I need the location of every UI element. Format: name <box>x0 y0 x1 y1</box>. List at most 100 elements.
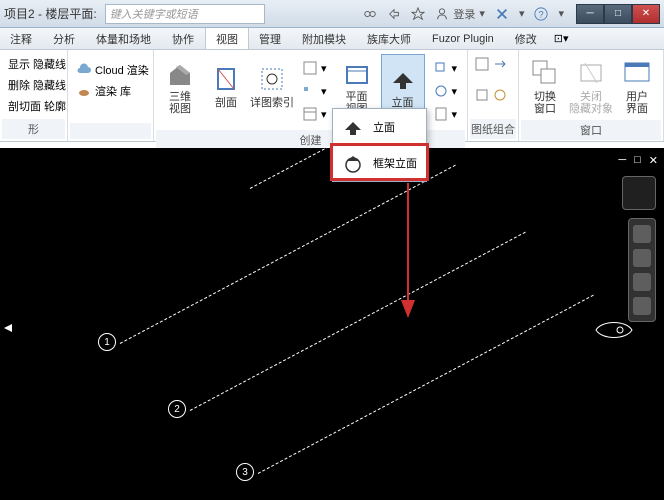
canvas-minimize-icon[interactable]: ─ <box>618 154 626 167</box>
group-label: 窗口 <box>521 120 661 140</box>
elevation-marker[interactable] <box>594 318 634 342</box>
cloud-icon <box>76 62 92 78</box>
canvas-controls: ─ □ ✕ <box>618 154 658 167</box>
minimize-button[interactable]: ─ <box>576 4 604 24</box>
dropdown-item-elevation[interactable]: 立面 <box>333 109 426 145</box>
small-btn-4[interactable]: ▾ <box>429 58 462 78</box>
grid-bubble-2[interactable]: 2 <box>168 400 186 418</box>
tab-massing[interactable]: 体量和场地 <box>86 28 162 49</box>
ribbon-group-sheet: 图纸组合 <box>468 50 519 141</box>
box-icon[interactable] <box>474 87 490 103</box>
nav-zoom-icon[interactable] <box>633 273 651 291</box>
switch-icon <box>529 57 561 89</box>
tab-view[interactable]: 视图 <box>205 28 249 49</box>
elevation-dropdown: 立面 框架立面 <box>332 108 427 182</box>
group-label <box>70 123 151 139</box>
small-btn-5[interactable]: ▾ <box>429 81 462 101</box>
threeD-view-button[interactable]: 三维 视图 <box>158 54 202 118</box>
chevron-down-icon: ▾ <box>479 7 485 20</box>
help-icon[interactable]: ? <box>534 7 548 21</box>
drawing-canvas[interactable]: ─ □ ✕ 1 2 3 <box>0 148 664 500</box>
dup-icon <box>433 60 449 76</box>
menubar: 注释 分析 体量和场地 协作 视图 管理 附加模块 族库大师 Fuzor Plu… <box>0 28 664 50</box>
ribbon-group-window: 切换 窗口 关闭 隐藏对象 用户 界面 窗口 <box>519 50 664 141</box>
canvas-maximize-icon[interactable]: □ <box>634 154 641 167</box>
tab-family[interactable]: 族库大师 <box>357 28 422 49</box>
gridline[interactable] <box>258 295 594 474</box>
star-icon[interactable] <box>411 7 425 21</box>
small-btn-1[interactable]: ▾ <box>298 58 331 78</box>
elevation-icon <box>387 63 419 95</box>
grid-bubble-1[interactable]: 1 <box>98 333 116 351</box>
dropdown-item-framing-elevation[interactable]: 框架立面 <box>333 145 426 181</box>
binoculars-icon[interactable] <box>363 7 377 21</box>
ribbon-group-render: Cloud 渲染 渲染 库 <box>68 50 154 141</box>
login-label: 登录 <box>453 6 475 22</box>
arrow-icon[interactable] <box>492 56 508 72</box>
dd-label: 框架立面 <box>373 155 417 171</box>
login-button[interactable]: 登录 ▾ <box>435 6 485 22</box>
tab-manage[interactable]: 管理 <box>249 28 292 49</box>
cursor-marker <box>4 323 14 333</box>
section-icon <box>210 63 242 95</box>
titlebar-icons: 登录 ▾ ▾ ? ▾ <box>363 6 564 22</box>
gridline[interactable] <box>120 165 456 344</box>
framing-elevation-icon <box>341 151 365 175</box>
maximize-button[interactable]: □ <box>604 4 632 24</box>
close-hidden-button[interactable]: 关闭 隐藏对象 <box>569 54 613 118</box>
titlebar: 项目2 - 楼层平面: 键入关键字或短语 登录 ▾ ▾ ? ▾ ─ □ ✕ <box>0 0 664 28</box>
house-3d-icon <box>164 57 196 89</box>
teapot-icon <box>76 83 92 99</box>
tab-analyze[interactable]: 分析 <box>43 28 86 49</box>
chevron-down-icon[interactable]: ▾ <box>558 7 564 20</box>
group-label: 图纸组合 <box>470 119 516 139</box>
switch-window-button[interactable]: 切换 窗口 <box>523 54 567 118</box>
ribbon-group-shape: 显示 隐藏线 删除 隐藏线 剖切面 轮廓 形 <box>0 50 68 141</box>
close-hidden-icon <box>575 57 607 89</box>
tab-fuzor[interactable]: Fuzor Plugin <box>422 28 505 49</box>
window-title: 项目2 - 楼层平面: <box>4 5 97 22</box>
grid-icon <box>302 60 318 76</box>
schedule-icon <box>302 106 318 122</box>
small-btn-3[interactable]: ▾ <box>298 104 331 124</box>
close-button[interactable]: ✕ <box>632 4 660 24</box>
grid-bubble-3[interactable]: 3 <box>236 463 254 481</box>
tab-annotate[interactable]: 注释 <box>0 28 43 49</box>
tab-collab[interactable]: 协作 <box>162 28 205 49</box>
small-btn-6[interactable]: ▾ <box>429 104 462 124</box>
gridline[interactable] <box>190 232 526 411</box>
tab-addins[interactable]: 附加模块 <box>292 28 357 49</box>
search-input[interactable]: 键入关键字或短语 <box>105 4 265 24</box>
navigation-bar[interactable] <box>628 218 656 322</box>
match-icon[interactable] <box>492 87 508 103</box>
chevron-down-icon[interactable]: ▾ <box>519 7 525 20</box>
canvas-close-icon[interactable]: ✕ <box>649 154 658 167</box>
svg-text:?: ? <box>539 9 544 20</box>
remove-hidden-lines-button[interactable]: 删除 隐藏线 <box>4 75 70 95</box>
share-icon[interactable] <box>387 7 401 21</box>
section-button[interactable]: 剖面 <box>204 54 248 118</box>
callout-icon <box>256 63 288 95</box>
search-placeholder: 键入关键字或短语 <box>110 6 198 22</box>
small-btn-2[interactable]: ▾ <box>298 81 331 101</box>
nav-pan-icon[interactable] <box>633 249 651 267</box>
scope-icon <box>433 83 449 99</box>
callout-button[interactable]: 详图索引 <box>250 54 294 118</box>
cloud-render-button[interactable]: Cloud 渲染 <box>72 60 153 80</box>
window-buttons: ─ □ ✕ <box>576 4 660 24</box>
plan-icon <box>341 57 373 89</box>
nav-orbit-icon[interactable] <box>633 297 651 315</box>
nav-wheel-icon[interactable] <box>633 225 651 243</box>
menu-expand-icon[interactable]: ⊡▾ <box>554 32 569 45</box>
sheet-icon[interactable] <box>474 56 490 72</box>
show-hidden-lines-button[interactable]: 显示 隐藏线 <box>4 54 70 74</box>
ui-button[interactable]: 用户 界面 <box>615 54 659 118</box>
dd-label: 立面 <box>373 119 395 135</box>
render-lib-button[interactable]: 渲染 库 <box>72 81 153 101</box>
view-cube[interactable] <box>622 176 656 210</box>
x-icon[interactable] <box>495 7 509 21</box>
tab-modify[interactable]: 修改 <box>505 28 548 49</box>
group-label: 形 <box>2 119 65 139</box>
cut-profile-button[interactable]: 剖切面 轮廓 <box>4 96 70 116</box>
ui-icon <box>621 57 653 89</box>
